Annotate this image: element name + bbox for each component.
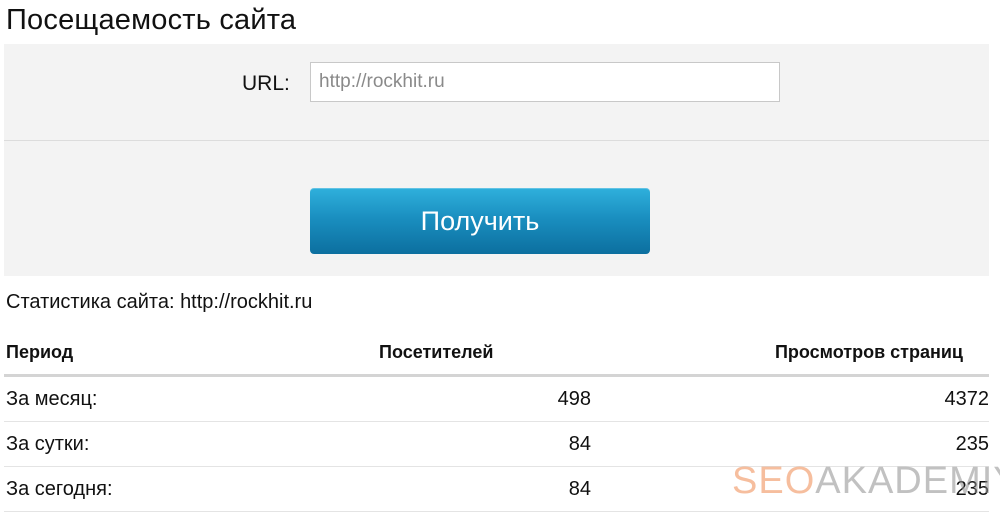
views-cell: 235 xyxy=(591,421,989,467)
column-header-views: Просмотров страниц xyxy=(591,330,989,377)
column-header-period: Период xyxy=(4,330,336,377)
period-cell: За месяц: xyxy=(4,375,336,422)
table-row: За сутки: 84 235 xyxy=(4,421,989,467)
views-cell: 235 xyxy=(591,466,989,512)
table-header-row: Период Посетителей Просмотров страниц xyxy=(4,330,989,377)
table-row: За сегодня: 84 235 xyxy=(4,466,989,512)
submit-button[interactable]: Получить xyxy=(310,188,650,254)
column-header-visitors: Посетителей xyxy=(336,330,591,377)
stats-table: Период Посетителей Просмотров страниц За… xyxy=(4,330,989,512)
period-cell: За сегодня: xyxy=(4,466,336,512)
views-cell: 4372 xyxy=(591,375,989,422)
url-input[interactable] xyxy=(310,62,780,102)
period-cell: За сутки: xyxy=(4,421,336,467)
table-row: За месяц: 498 4372 xyxy=(4,375,989,422)
url-label: URL: xyxy=(242,72,290,95)
stats-caption: Статистика сайта: http://rockhit.ru xyxy=(6,291,313,313)
url-form-row: URL: xyxy=(4,44,989,141)
visitors-cell: 498 xyxy=(336,375,591,422)
page: Посещаемость сайта URL: Получить Статист… xyxy=(0,0,1000,520)
visitors-cell: 84 xyxy=(336,466,591,512)
visitors-cell: 84 xyxy=(336,421,591,467)
url-form-panel: URL: Получить xyxy=(4,44,989,276)
page-title: Посещаемость сайта xyxy=(6,4,297,36)
